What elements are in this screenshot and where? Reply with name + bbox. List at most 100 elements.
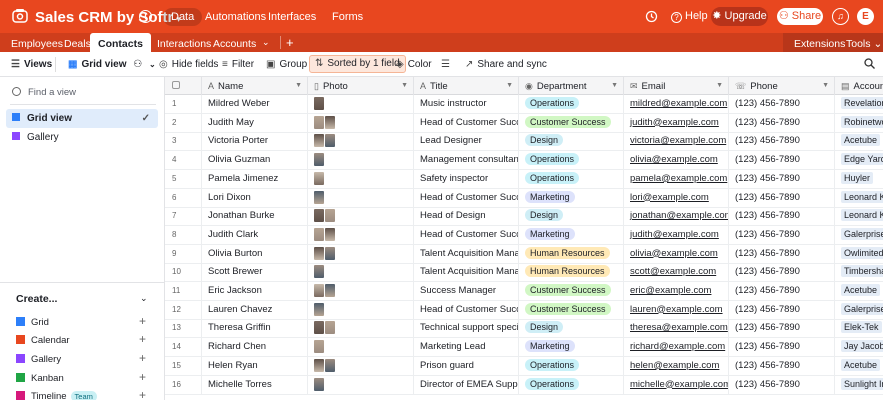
cell-photo[interactable]	[308, 356, 414, 375]
column-header-phone[interactable]: ☏ Phone ▼	[729, 77, 835, 95]
photo-thumbnail[interactable]	[314, 190, 324, 204]
account-chip[interactable]: Revelation	[841, 97, 883, 109]
photo-thumbnail[interactable]	[314, 171, 324, 185]
cell-name[interactable]: Mildred Weber	[202, 95, 308, 113]
base-logo-icon[interactable]	[12, 8, 28, 24]
cell-name[interactable]: Lori Dixon	[202, 188, 308, 207]
cell-department[interactable]: Design	[519, 207, 624, 226]
cell-department[interactable]: Marketing	[519, 338, 624, 357]
tab-employees[interactable]: Employees	[11, 38, 63, 50]
group-button[interactable]: ▣ Group	[266, 59, 307, 70]
notifications-bell-icon[interactable]: ♫	[832, 8, 849, 25]
cell-department[interactable]: Marketing	[519, 225, 624, 244]
cell-name[interactable]: Michelle Torres	[202, 375, 308, 394]
account-chip[interactable]: Jay Jacobs	[841, 340, 883, 353]
photo-thumbnail[interactable]	[314, 97, 324, 110]
cell-name[interactable]: Scott Brewer	[202, 263, 308, 282]
cell-account[interactable]: Sunlight Inte	[835, 376, 883, 394]
cell-department[interactable]: Human Resources	[519, 263, 624, 282]
cell-email[interactable]: mildred@example.com	[624, 95, 729, 113]
select-all-checkbox[interactable]	[165, 77, 202, 95]
photo-thumbnail[interactable]	[325, 321, 335, 335]
views-toggle-button[interactable]: ☰ Views	[11, 59, 52, 70]
cell-email[interactable]: olivia@example.com	[624, 244, 729, 263]
cell-phone[interactable]: (123) 456-7890	[729, 319, 835, 338]
table-row[interactable]: 4 Olivia Guzman Management consultant Opera…	[165, 151, 883, 171]
cell-phone[interactable]: (123) 456-7890	[729, 282, 835, 300]
column-header-name[interactable]: A Name ▼	[202, 77, 308, 95]
tab-accounts[interactable]: Accounts	[213, 38, 256, 50]
cell-account[interactable]: Robinetworks	[835, 114, 883, 132]
cell-name[interactable]: Judith May	[202, 113, 308, 132]
cell-department[interactable]: Customer Success	[519, 113, 624, 132]
table-row[interactable]: 12Lauren Chavez Head of Customer Success C…	[165, 300, 883, 320]
chevron-down-icon[interactable]: ▼	[611, 77, 618, 95]
cell-phone[interactable]: (123) 456-7890	[729, 225, 835, 244]
photo-thumbnail[interactable]	[314, 284, 324, 297]
all-tables-chevron-icon[interactable]: ⌄	[262, 37, 270, 48]
search-icon[interactable]	[864, 58, 875, 69]
cell-email[interactable]: theresa@example.com	[624, 319, 729, 338]
cell-title[interactable]: Lead Designer	[414, 132, 519, 151]
cell-account[interactable]: Revelation	[835, 95, 883, 113]
email-link[interactable]: lauren@example.com	[630, 304, 723, 315]
cell-account[interactable]: Jay Jacobs	[835, 338, 883, 356]
cell-title[interactable]: Director of EMEA Supply ...	[414, 375, 519, 394]
share-sync-button[interactable]: ↗ Share and sync	[465, 59, 547, 70]
cell-department[interactable]: Operations	[519, 169, 624, 188]
photo-thumbnail[interactable]	[325, 115, 335, 129]
cell-email[interactable]: jonathan@example.com	[624, 207, 729, 226]
table-row[interactable]: 11 Eric Jackson Success Manager Customer Su…	[165, 282, 883, 301]
cell-email[interactable]: judith@example.com	[624, 225, 729, 244]
cell-phone[interactable]: (123) 456-7890	[729, 300, 835, 319]
chevron-down-icon[interactable]: ▼	[822, 77, 829, 95]
tools-button[interactable]: Tools ⌄	[846, 38, 882, 50]
cell-department[interactable]: Operations	[519, 375, 624, 394]
cell-phone[interactable]: (123) 456-7890	[729, 188, 835, 207]
cell-photo[interactable]	[308, 225, 414, 244]
cell-account[interactable]: Galerprises	[835, 226, 883, 244]
cell-photo[interactable]	[308, 169, 414, 188]
cell-name[interactable]: Eric Jackson	[202, 282, 308, 300]
account-chip[interactable]: Leonard Kro	[841, 190, 883, 203]
cell-name[interactable]: Theresa Griffin	[202, 319, 308, 338]
cell-phone[interactable]: (123) 456-7890	[729, 169, 835, 188]
table-row[interactable]: 14 Richard Chen Marketing Lead Marketing ric…	[165, 338, 883, 358]
account-chip[interactable]: Galerprises	[841, 227, 883, 240]
photo-thumbnail[interactable]	[314, 227, 324, 241]
cell-account[interactable]: Edge Yard S	[835, 151, 883, 169]
tab-interactions[interactable]: Interactions	[157, 38, 211, 50]
photo-thumbnail[interactable]	[314, 153, 324, 167]
cell-department[interactable]: Human Resources	[519, 244, 624, 263]
row-height-button[interactable]: ☰	[441, 59, 454, 70]
cell-phone[interactable]: (123) 456-7890	[729, 132, 835, 151]
cell-photo[interactable]	[308, 338, 414, 357]
cell-phone[interactable]: (123) 456-7890	[729, 151, 835, 170]
account-chip[interactable]: Timbershad	[841, 265, 883, 278]
email-link[interactable]: richard@example.com	[630, 341, 725, 352]
cell-title[interactable]: Head of Customer Success	[414, 300, 519, 319]
cell-department[interactable]: Marketing	[519, 188, 624, 207]
table-row[interactable]: 15 Helen Ryan Prison guard Operations helen@…	[165, 356, 883, 376]
cell-department[interactable]: Design	[519, 319, 624, 338]
extensions-button[interactable]: Extensions	[794, 38, 845, 50]
email-link[interactable]: jonathan@example.com	[630, 210, 728, 221]
cell-photo[interactable]	[308, 375, 414, 394]
cell-department[interactable]: Design	[519, 132, 624, 151]
current-view-button[interactable]: ▦ Grid view ⚇ ⌄	[68, 59, 156, 70]
cell-department[interactable]: Customer Success	[519, 300, 624, 319]
photo-thumbnail[interactable]	[314, 302, 324, 316]
email-link[interactable]: pamela@example.com	[630, 173, 727, 184]
upgrade-button[interactable]: ✸ Upgrade	[711, 7, 768, 26]
cell-phone[interactable]: (123) 456-7890	[729, 263, 835, 282]
account-chip[interactable]: Elek-Tek	[841, 321, 882, 334]
cell-photo[interactable]	[308, 151, 414, 170]
hide-fields-button[interactable]: ◎ Hide fields	[159, 59, 218, 70]
photo-thumbnail[interactable]	[314, 246, 324, 260]
cell-name[interactable]: Pamela Jimenez	[202, 169, 308, 188]
cell-department[interactable]: Operations	[519, 95, 624, 113]
photo-thumbnail[interactable]	[314, 377, 324, 391]
cell-department[interactable]: Operations	[519, 151, 624, 170]
email-link[interactable]: eric@example.com	[630, 285, 711, 296]
email-link[interactable]: victoria@example.com	[630, 135, 726, 146]
